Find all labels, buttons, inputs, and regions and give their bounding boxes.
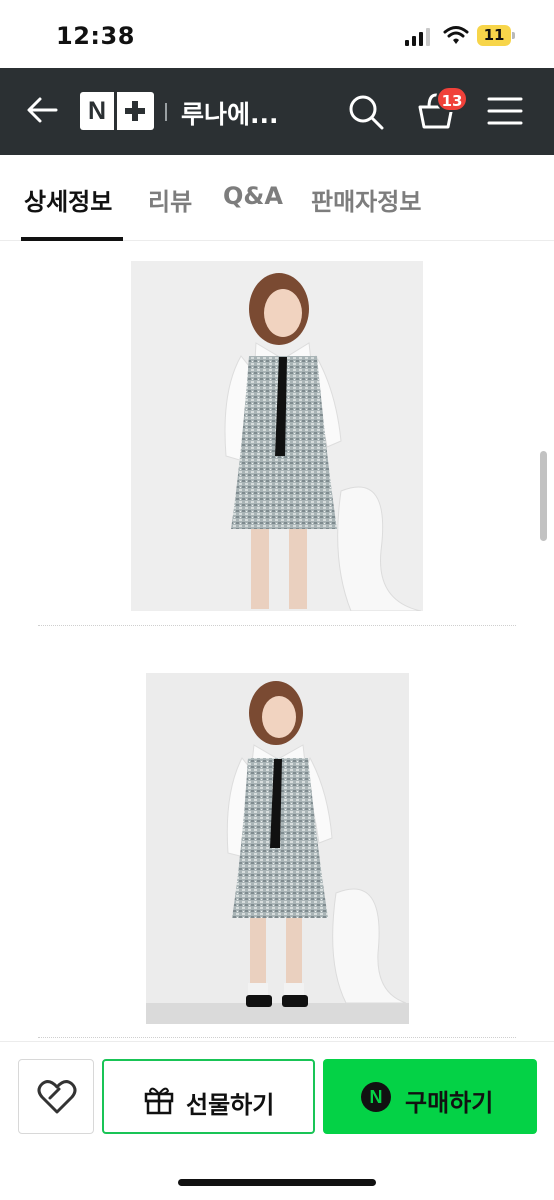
purchase-bar: 선물하기 N 구매하기 xyxy=(0,1041,554,1200)
battery-icon: 11 xyxy=(477,25,515,46)
naver-plus-logo[interactable]: N xyxy=(80,92,154,130)
product-detail-content[interactable] xyxy=(0,241,554,1041)
menu-icon[interactable] xyxy=(487,95,523,127)
gift-icon xyxy=(144,1087,174,1115)
home-indicator[interactable] xyxy=(178,1179,376,1186)
wishlist-button[interactable] xyxy=(18,1059,94,1134)
back-arrow-icon[interactable] xyxy=(22,90,62,130)
store-title[interactable]: 루나에... xyxy=(181,95,279,131)
signal-icon xyxy=(405,28,430,46)
header-divider xyxy=(165,103,167,121)
detail-tabs: 상세정보 리뷰 Q&A 판매자정보 xyxy=(0,155,554,241)
battery-level: 11 xyxy=(483,26,505,44)
tab-details[interactable]: 상세정보 xyxy=(24,182,112,217)
scrollbar-thumb[interactable] xyxy=(540,451,547,541)
search-icon[interactable] xyxy=(346,92,386,132)
wifi-icon xyxy=(443,26,469,44)
tab-reviews[interactable]: 리뷰 xyxy=(148,182,192,217)
naver-pay-icon: N xyxy=(361,1082,391,1112)
app-header: N 루나에... 13 xyxy=(0,68,554,155)
status-time: 12:38 xyxy=(56,22,135,50)
logo-n-text: N xyxy=(80,92,117,130)
tab-seller-info[interactable]: 판매자정보 xyxy=(311,182,421,217)
product-photo-1 xyxy=(131,261,423,611)
content-divider xyxy=(38,625,516,626)
content-divider xyxy=(38,1037,516,1038)
plus-icon xyxy=(117,92,154,130)
buy-button-label: 구매하기 xyxy=(405,1089,494,1117)
gift-button-label: 선물하기 xyxy=(186,1091,275,1119)
status-bar: 12:38 11 xyxy=(0,0,554,68)
product-photo-2 xyxy=(146,673,409,1024)
heart-icon xyxy=(37,1080,77,1114)
tab-qna[interactable]: Q&A xyxy=(223,182,283,210)
buy-button[interactable]: N 구매하기 xyxy=(323,1059,537,1134)
gift-button[interactable]: 선물하기 xyxy=(102,1059,315,1134)
cart-count-badge: 13 xyxy=(436,86,468,112)
